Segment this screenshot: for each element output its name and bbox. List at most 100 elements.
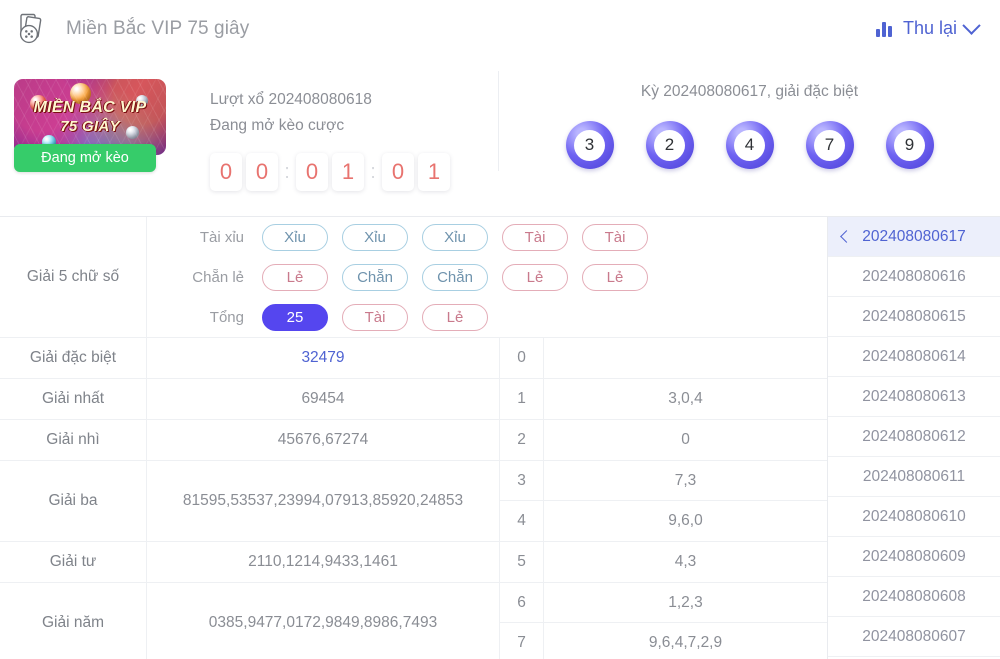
bet-tag[interactable]: Tài bbox=[582, 223, 648, 251]
bet-tag-sum[interactable]: 25 bbox=[262, 303, 328, 331]
countdown-digit: 1 bbox=[418, 153, 450, 191]
period-item-label: 202408080608 bbox=[862, 587, 966, 605]
logo-line-1: MIỀN BẮC VIP bbox=[33, 99, 147, 116]
info-strip: MIỀN BẮC VIP 75 GIÂY Đang mở kèo Lượt xổ… bbox=[0, 57, 1000, 216]
chevron-down-icon bbox=[962, 16, 981, 35]
period-item-label: 202408080617 bbox=[862, 227, 966, 245]
result-block: Kỳ 202408080617, giải đặc biệt 3 2 4 7 9 bbox=[499, 57, 1000, 169]
status-badge[interactable]: Đang mở kèo bbox=[14, 144, 156, 172]
period-item[interactable]: 202408080616 bbox=[828, 257, 1000, 297]
period-item-label: 202408080612 bbox=[862, 427, 966, 445]
bet-row: Tài xỉu Xỉu Xỉu Xỉu Tài Tài bbox=[147, 217, 827, 257]
table-row: Giải năm 0385,9477,0172,9849,8986,7493 6… bbox=[0, 583, 827, 659]
tail-values: 9,6,0 bbox=[668, 512, 703, 529]
lottery-ball: 9 bbox=[885, 121, 934, 169]
prize-value: 0385,9477,0172,9849,8986,7493 bbox=[208, 614, 438, 631]
bet-row-label: Chẵn lẻ bbox=[192, 268, 244, 286]
table-row: Giải 5 chữ số Tài xỉu Xỉu Xỉu Xỉu Tài Tà… bbox=[0, 217, 827, 338]
bet-tag[interactable]: Lẻ bbox=[422, 303, 488, 331]
period-item-label: 202408080615 bbox=[862, 307, 966, 325]
lottery-ball-number: 4 bbox=[734, 129, 765, 161]
bet-tag[interactable]: Xỉu bbox=[262, 223, 328, 251]
period-item[interactable]: 202408080615 bbox=[828, 297, 1000, 337]
period-item-label: 202408080607 bbox=[862, 627, 966, 645]
bet-tag[interactable]: Chẵn bbox=[422, 263, 488, 291]
countdown-separator: : bbox=[370, 160, 376, 183]
collapse-button[interactable]: Thu lại bbox=[875, 16, 981, 39]
prize-value: 81595,53537,23994,07913,85920,24853 bbox=[182, 492, 464, 509]
lottery-ball-number: 3 bbox=[574, 129, 605, 161]
bet-row: Chẵn lẻ Lẻ Chẵn Chẵn Lẻ Lẻ bbox=[147, 257, 827, 297]
prize-value: 69454 bbox=[301, 390, 345, 407]
row-label: Giải tư bbox=[0, 542, 147, 582]
tail-values: 7,3 bbox=[674, 471, 697, 489]
lottery-ball: 7 bbox=[805, 121, 854, 169]
period-item-label: 202408080613 bbox=[862, 387, 966, 405]
table-row: Giải ba 81595,53537,23994,07913,85920,24… bbox=[0, 461, 827, 542]
tail-digit: 0 bbox=[499, 338, 544, 378]
bet-tag[interactable]: Lẻ bbox=[582, 263, 648, 291]
period-item[interactable]: 202408080612 bbox=[828, 417, 1000, 457]
tail-values: 3,0,4 bbox=[668, 390, 703, 407]
bet-row-label: Tài xỉu bbox=[199, 228, 244, 246]
period-list[interactable]: 202408080617 202408080616 202408080615 2… bbox=[828, 217, 1000, 659]
bet-tag[interactable]: Xỉu bbox=[342, 223, 408, 251]
draw-block: Lượt xổ 202408080618 Đang mở kèo cược 0 … bbox=[178, 57, 498, 191]
countdown-digit: 0 bbox=[246, 153, 278, 191]
page-title: Miền Bắc VIP 75 giây bbox=[66, 17, 250, 39]
tail-values bbox=[544, 338, 827, 378]
prize-value: 45676,67274 bbox=[277, 431, 369, 448]
prize-value: 32479 bbox=[301, 349, 345, 366]
countdown-digit: 0 bbox=[296, 153, 328, 191]
bet-tag[interactable]: Tài bbox=[342, 303, 408, 331]
lottery-panel: Miền Bắc VIP 75 giây Thu lại MIỀN BẮC VI… bbox=[0, 0, 1000, 659]
period-item[interactable]: 202408080613 bbox=[828, 377, 1000, 417]
draw-status-label: Đang mở kèo cược bbox=[210, 117, 345, 134]
bet-tags: Xỉu Xỉu Xỉu Tài Tài bbox=[262, 223, 648, 251]
tail-digit: 3 bbox=[499, 461, 544, 500]
prize-value: 2110,1214,9433,1461 bbox=[248, 553, 398, 570]
chevron-left-icon bbox=[840, 230, 853, 243]
titlebar: Miền Bắc VIP 75 giây Thu lại bbox=[0, 0, 1000, 57]
row-label: Giải năm bbox=[0, 583, 147, 659]
tail-digit: 1 bbox=[499, 379, 544, 419]
row-label: Giải nhì bbox=[0, 420, 147, 460]
row-label: Giải 5 chữ số bbox=[0, 217, 147, 337]
tail-digit: 2 bbox=[499, 420, 544, 460]
row-label: Giải ba bbox=[0, 461, 147, 541]
lottery-ball-number: 9 bbox=[894, 129, 925, 161]
bet-tags: Lẻ Chẵn Chẵn Lẻ Lẻ bbox=[262, 263, 648, 291]
tail-values: 0 bbox=[681, 431, 690, 448]
bet-tag[interactable]: Tài bbox=[502, 223, 568, 251]
lottery-ball: 2 bbox=[645, 121, 694, 169]
period-item[interactable]: 202408080608 bbox=[828, 577, 1000, 617]
bet-tag[interactable]: Xỉu bbox=[422, 223, 488, 251]
result-title: Kỳ 202408080617, giải đặc biệt bbox=[640, 83, 859, 100]
period-item[interactable]: 202408080614 bbox=[828, 337, 1000, 377]
bar-chart-icon bbox=[875, 21, 895, 37]
results-table: Giải 5 chữ số Tài xỉu Xỉu Xỉu Xỉu Tài Tà… bbox=[0, 217, 828, 659]
period-item[interactable]: 202408080609 bbox=[828, 537, 1000, 577]
cards-dice-icon bbox=[18, 12, 52, 46]
bet-tag[interactable]: Chẵn bbox=[342, 263, 408, 291]
period-item-selected[interactable]: 202408080617 bbox=[828, 217, 1000, 257]
period-item[interactable]: 202408080607 bbox=[828, 617, 1000, 657]
bet-row: Tổng 25 Tài Lẻ bbox=[147, 297, 827, 337]
tail-values: 4,3 bbox=[674, 553, 697, 570]
collapse-button-label: Thu lại bbox=[902, 18, 957, 38]
bet-row-label: Tổng bbox=[209, 308, 244, 326]
countdown-digit: 0 bbox=[210, 153, 242, 191]
bet-tag[interactable]: Lẻ bbox=[262, 263, 328, 291]
bet-tag[interactable]: Lẻ bbox=[502, 263, 568, 291]
period-item[interactable]: 202408080611 bbox=[828, 457, 1000, 497]
table-row: Giải nhì 45676,67274 2 0 bbox=[0, 420, 827, 461]
countdown-digit: 1 bbox=[332, 153, 364, 191]
tail-digit: 4 bbox=[499, 501, 544, 541]
period-item-label: 202408080616 bbox=[862, 267, 966, 285]
period-item[interactable]: 202408080610 bbox=[828, 497, 1000, 537]
period-item-label: 202408080614 bbox=[862, 347, 966, 365]
period-item-label: 202408080609 bbox=[862, 547, 966, 565]
countdown-timer: 0 0 : 0 1 : 0 1 bbox=[210, 153, 498, 191]
logo-block: MIỀN BẮC VIP 75 GIÂY Đang mở kèo bbox=[0, 57, 178, 172]
lottery-ball: 4 bbox=[725, 121, 774, 169]
